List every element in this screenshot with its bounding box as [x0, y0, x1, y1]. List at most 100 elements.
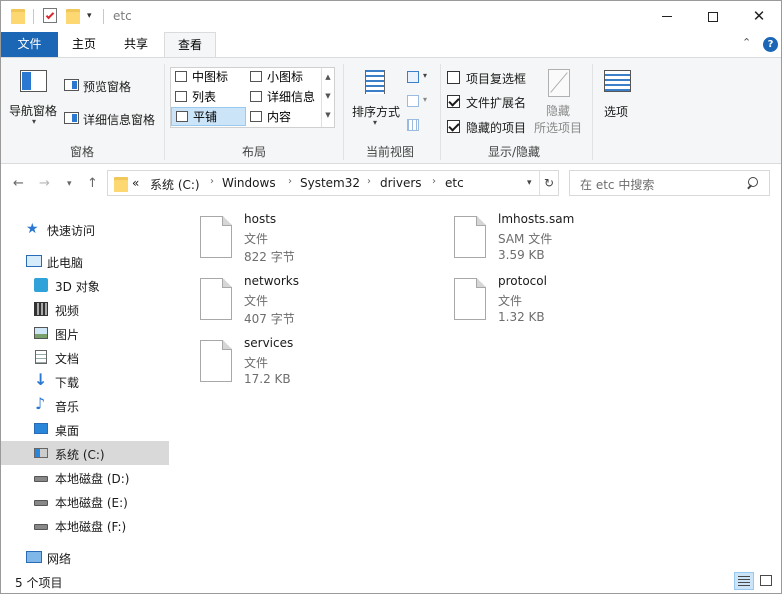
- item-checkboxes-checkbox[interactable]: [447, 71, 460, 84]
- layout-tiles[interactable]: 平铺: [171, 107, 246, 126]
- add-columns-button[interactable]: ▾: [405, 94, 433, 110]
- hide-selected-line2: 所选项目: [534, 121, 583, 135]
- layout-small-icons[interactable]: 小图标: [246, 68, 322, 87]
- breadcrumb-system32[interactable]: System32: [300, 176, 360, 190]
- hidden-items-checkbox[interactable]: [447, 120, 460, 133]
- 3d-objects-icon: [34, 278, 48, 292]
- file-name: hosts: [244, 212, 277, 226]
- breadcrumb-separator[interactable]: ›: [288, 176, 292, 187]
- scroll-up-icon[interactable]: ▲: [322, 68, 334, 87]
- breadcrumb-overflow[interactable]: «: [132, 176, 139, 190]
- nav-network[interactable]: 网络: [1, 545, 169, 569]
- file-tile-services[interactable]: services 文件 17.2 KB: [200, 336, 440, 394]
- group-divider: [343, 64, 344, 160]
- hidden-items-toggle[interactable]: 隐藏的项目: [446, 118, 541, 136]
- close-button[interactable]: ✕: [736, 1, 782, 32]
- minimize-icon: [662, 16, 672, 17]
- nav-downloads[interactable]: ↓ 下载: [1, 369, 169, 393]
- layout-list[interactable]: 列表: [171, 88, 246, 107]
- recent-locations-icon[interactable]: ▾: [67, 179, 72, 189]
- breadcrumb-separator[interactable]: ›: [210, 176, 214, 187]
- nav-drive-d[interactable]: 本地磁盘 (D:): [1, 465, 169, 489]
- group-by-button[interactable]: ▾: [405, 70, 433, 86]
- layout-item-label: 小图标: [267, 70, 304, 84]
- close-icon: ✕: [752, 7, 766, 25]
- chevron-up-icon[interactable]: ⌃: [742, 36, 751, 49]
- file-tile-hosts[interactable]: hosts 文件 822 字节: [200, 212, 440, 270]
- details-pane-button[interactable]: 详细信息窗格: [63, 109, 163, 129]
- nav-music[interactable]: ♪ 音乐: [1, 393, 169, 417]
- item-checkboxes-toggle[interactable]: 项目复选框: [446, 69, 541, 87]
- search-box[interactable]: 在 etc 中搜索: [569, 170, 770, 196]
- options-button[interactable]: 选项: [599, 66, 637, 126]
- nav-videos[interactable]: 视频: [1, 297, 169, 321]
- nav-documents[interactable]: 文档: [1, 345, 169, 369]
- layout-details[interactable]: 详细信息: [246, 88, 322, 107]
- size-columns-button[interactable]: [405, 118, 425, 134]
- nav-3d-objects[interactable]: 3D 对象: [1, 273, 169, 297]
- nav-desktop[interactable]: 桌面: [1, 417, 169, 441]
- nav-system-drive[interactable]: 系统 (C:): [1, 441, 169, 465]
- file-extensions-checkbox[interactable]: [447, 95, 460, 108]
- back-button[interactable]: ←: [13, 176, 24, 191]
- file-tile-lmhosts[interactable]: lmhosts.sam SAM 文件 3.59 KB: [454, 212, 694, 270]
- nav-this-pc[interactable]: 此电脑: [1, 249, 169, 273]
- sort-by-button[interactable]: 排序方式 ▾: [349, 66, 403, 130]
- address-dropdown-icon[interactable]: ▾: [527, 178, 532, 188]
- expand-gallery-icon[interactable]: ▼: [322, 106, 334, 125]
- options-icon: [604, 70, 631, 92]
- layout-scroll[interactable]: ▲ ▼ ▼: [321, 68, 334, 127]
- preview-pane-label: 预览窗格: [83, 80, 132, 94]
- file-tile-networks[interactable]: networks 文件 407 字节: [200, 274, 440, 332]
- breadcrumb-separator[interactable]: ›: [432, 176, 436, 187]
- help-icon[interactable]: ?: [763, 37, 778, 52]
- nav-quick-access[interactable]: ★ 快速访问: [1, 217, 169, 241]
- properties-icon[interactable]: [43, 8, 57, 23]
- preview-pane-button[interactable]: 预览窗格: [63, 76, 153, 96]
- breadcrumb-separator[interactable]: ›: [367, 176, 371, 187]
- nav-label: 桌面: [55, 424, 80, 438]
- file-extensions-label: 文件扩展名: [466, 96, 527, 110]
- file-extensions-toggle[interactable]: 文件扩展名: [446, 93, 541, 111]
- forward-button[interactable]: →: [39, 176, 50, 191]
- customize-quick-access-icon[interactable]: ▾: [87, 11, 92, 21]
- music-icon: ♪: [35, 394, 46, 413]
- nav-pictures[interactable]: 图片: [1, 321, 169, 345]
- tab-file[interactable]: 文件: [1, 32, 58, 57]
- nav-drive-f[interactable]: 本地磁盘 (F:): [1, 513, 169, 537]
- options-label: 选项: [604, 105, 629, 119]
- system-drive-icon: [34, 448, 48, 458]
- minimize-button[interactable]: [644, 1, 690, 32]
- large-icons-view-button[interactable]: [757, 572, 777, 590]
- breadcrumb-drivers[interactable]: drivers: [380, 176, 422, 190]
- breadcrumb-etc[interactable]: etc: [445, 176, 464, 190]
- group-label-current-view: 当前视图: [365, 145, 414, 159]
- tab-home[interactable]: 主页: [59, 32, 109, 57]
- new-folder-icon[interactable]: [66, 8, 80, 24]
- scroll-down-icon[interactable]: ▼: [322, 87, 334, 106]
- nav-drive-e[interactable]: 本地磁盘 (E:): [1, 489, 169, 513]
- search-input[interactable]: 在 etc 中搜索: [580, 176, 654, 193]
- breadcrumb-drive[interactable]: 系统 (C:): [150, 176, 200, 193]
- pictures-icon: [34, 327, 48, 339]
- medium-icons-icon: [175, 71, 187, 82]
- details-view-button[interactable]: [734, 572, 754, 590]
- file-tile-protocol[interactable]: protocol 文件 1.32 KB: [454, 274, 694, 332]
- breadcrumb-windows[interactable]: Windows: [222, 176, 276, 190]
- nav-label: 视频: [55, 304, 80, 318]
- refresh-button[interactable]: ↻: [539, 171, 558, 195]
- maximize-button[interactable]: [690, 1, 736, 32]
- hide-selected-items-button[interactable]: 隐藏 所选项目: [532, 66, 586, 136]
- nav-label: 音乐: [55, 400, 80, 414]
- tab-share[interactable]: 共享: [110, 32, 162, 57]
- nav-label: 下载: [55, 376, 80, 390]
- tab-view[interactable]: 查看: [164, 32, 216, 58]
- layout-medium-icons[interactable]: 中图标: [171, 68, 246, 87]
- nav-label: 本地磁盘 (E:): [55, 496, 128, 510]
- up-button[interactable]: ↑: [87, 176, 98, 191]
- desktop-icon: [34, 423, 48, 434]
- address-bar[interactable]: « 系统 (C:) › Windows › System32 › drivers…: [107, 170, 559, 196]
- layout-content[interactable]: 内容: [246, 108, 322, 127]
- nav-pane-button[interactable]: 导航窗格 ▾: [9, 66, 61, 128]
- nav-pane-icon: [20, 70, 47, 92]
